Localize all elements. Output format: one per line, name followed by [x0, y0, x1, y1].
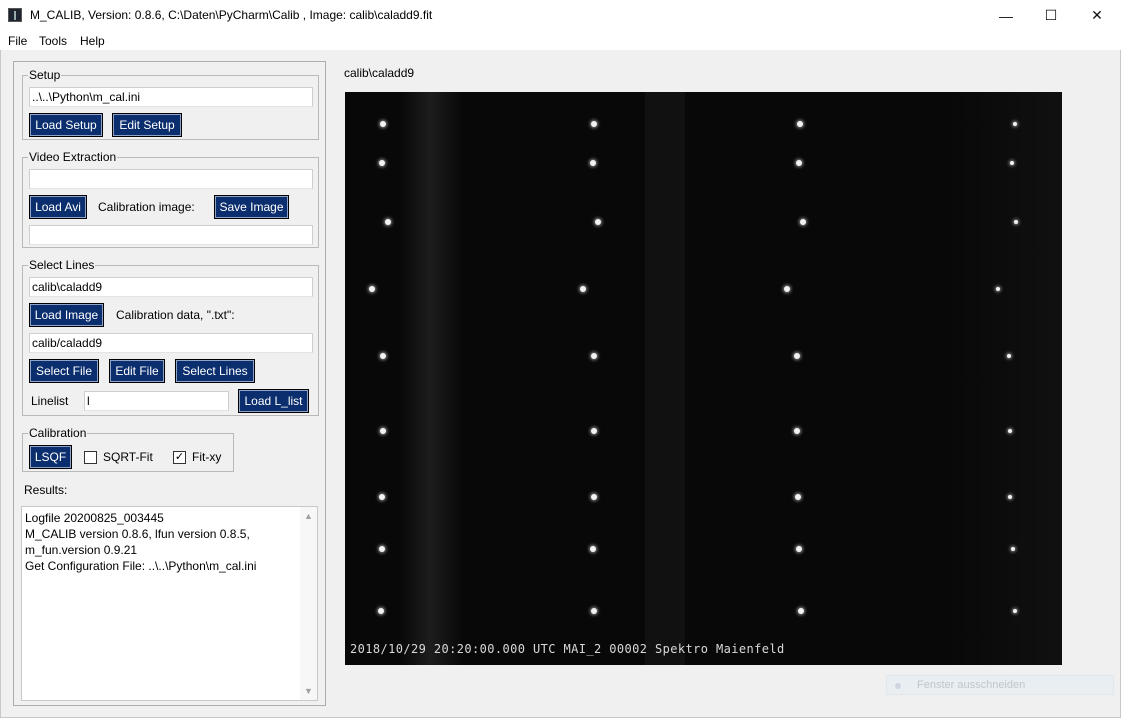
calibration-spot [379, 160, 385, 166]
menu-tools[interactable]: Tools [39, 34, 67, 48]
calibration-spot [1014, 220, 1018, 224]
calibration-spot [590, 546, 596, 552]
snip-tooltip: Fenster ausschneiden [886, 675, 1114, 695]
calibration-spot [1008, 429, 1012, 433]
load-avi-button[interactable]: Load Avi [29, 195, 87, 219]
linelist-label: Linelist [31, 394, 69, 408]
image-title: calib\caladd9 [344, 66, 415, 80]
load-setup-button[interactable]: Load Setup [29, 113, 103, 137]
calibration-data-label: Calibration data, ".txt": [116, 308, 235, 322]
calibration-spot [1010, 161, 1014, 165]
calibration-spot [794, 428, 800, 434]
sqrt-fit-label: SQRT-Fit [103, 450, 153, 464]
results-label: Results: [24, 483, 68, 497]
menu-bar: File Tools Help [0, 31, 1121, 50]
menu-help[interactable]: Help [80, 34, 105, 48]
calibration-image-label: Calibration image: [98, 200, 195, 214]
calibration-spot [1007, 354, 1011, 358]
scroll-up-icon[interactable]: ▲ [300, 508, 317, 524]
results-textbox[interactable]: Logfile 20200825_003445 M_CALIB version … [21, 506, 318, 701]
video-legend: Video Extraction [28, 150, 118, 164]
calibration-spot [590, 160, 596, 166]
log-line: Logfile 20200825_003445 [25, 511, 164, 525]
calibration-spot [795, 494, 801, 500]
calibration-spot [595, 219, 601, 225]
close-button[interactable]: ✕ [1074, 0, 1120, 31]
minimize-button[interactable]: — [983, 0, 1029, 31]
calibration-image[interactable]: 2018/10/29 20:20:00.000 UTC MAI_2 00002 … [345, 92, 1062, 665]
calibration-spot [800, 219, 806, 225]
linelist-input[interactable]: l [84, 391, 229, 411]
scroll-down-icon[interactable]: ▼ [300, 683, 317, 699]
log-line: M_CALIB version 0.8.6, lfun version 0.8.… [25, 527, 250, 541]
calibration-data-input[interactable]: calib/caladd9 [29, 333, 313, 353]
check-icon: ✓ [174, 451, 185, 463]
calibration-spot [591, 121, 597, 127]
calibration-spot [1013, 609, 1017, 613]
load-image-button[interactable]: Load Image [29, 303, 104, 327]
setup-legend: Setup [28, 68, 62, 82]
load-list-button[interactable]: Load L_list [238, 389, 309, 413]
select-file-button[interactable]: Select File [29, 359, 99, 383]
calibration-spot [796, 546, 802, 552]
calibration-spot [591, 608, 597, 614]
fit-xy-checkbox[interactable]: ✓ [173, 451, 186, 464]
select-lines-legend: Select Lines [28, 258, 96, 272]
menu-file[interactable]: File [8, 34, 27, 48]
calibration-image-input[interactable] [29, 225, 313, 245]
calibration-spot [380, 121, 386, 127]
calibration-spot [369, 286, 375, 292]
calibration-spot [591, 494, 597, 500]
calibration-spot [784, 286, 790, 292]
calibration-spot [580, 286, 586, 292]
avi-path-input[interactable] [29, 169, 313, 189]
select-lines-button[interactable]: Select Lines [175, 359, 255, 383]
save-image-button[interactable]: Save Image [214, 195, 289, 219]
calibration-spot [1013, 122, 1017, 126]
image-timestamp-overlay: 2018/10/29 20:20:00.000 UTC MAI_2 00002 … [350, 642, 785, 656]
title-bar: M_CALIB, Version: 0.8.6, C:\Daten\PyChar… [0, 0, 1121, 31]
image-path-input[interactable]: calib\caladd9 [29, 277, 313, 297]
calibration-legend: Calibration [28, 426, 88, 440]
image-band [945, 92, 1062, 665]
calibration-spot [591, 353, 597, 359]
calibration-spot [1011, 547, 1015, 551]
calibration-spot [797, 121, 803, 127]
calibration-spot [379, 546, 385, 552]
calibration-spot [591, 428, 597, 434]
calibration-spot [1008, 495, 1012, 499]
log-line: Get Configuration File: ..\..\Python\m_c… [25, 559, 257, 573]
calibration-spot [796, 160, 802, 166]
lsqf-button[interactable]: LSQF [29, 445, 72, 469]
results-log: Logfile 20200825_003445 M_CALIB version … [25, 510, 295, 574]
snip-tooltip-label: Fenster ausschneiden [917, 679, 1026, 691]
edit-setup-button[interactable]: Edit Setup [112, 113, 182, 137]
calibration-spot [996, 287, 1000, 291]
calibration-spot [380, 353, 386, 359]
edit-file-button[interactable]: Edit File [109, 359, 165, 383]
calibration-spot [385, 219, 391, 225]
calibration-spot [380, 428, 386, 434]
window-title: M_CALIB, Version: 0.8.6, C:\Daten\PyChar… [30, 8, 433, 22]
calibration-spot [379, 494, 385, 500]
snip-icon [895, 683, 901, 689]
calibration-spot [378, 608, 384, 614]
calibration-spot [798, 608, 804, 614]
calibration-spot [794, 353, 800, 359]
sqrt-fit-checkbox[interactable] [84, 451, 97, 464]
results-scrollbar[interactable]: ▲ ▼ [300, 507, 317, 700]
fit-xy-label: Fit-xy [192, 450, 222, 464]
setup-ini-input[interactable]: ..\..\Python\m_cal.ini [29, 87, 313, 107]
maximize-button[interactable]: ☐ [1028, 0, 1074, 31]
image-band [400, 92, 460, 665]
image-band [645, 92, 685, 665]
app-icon [8, 8, 22, 22]
log-line: m_fun.version 0.9.21 [25, 543, 138, 557]
